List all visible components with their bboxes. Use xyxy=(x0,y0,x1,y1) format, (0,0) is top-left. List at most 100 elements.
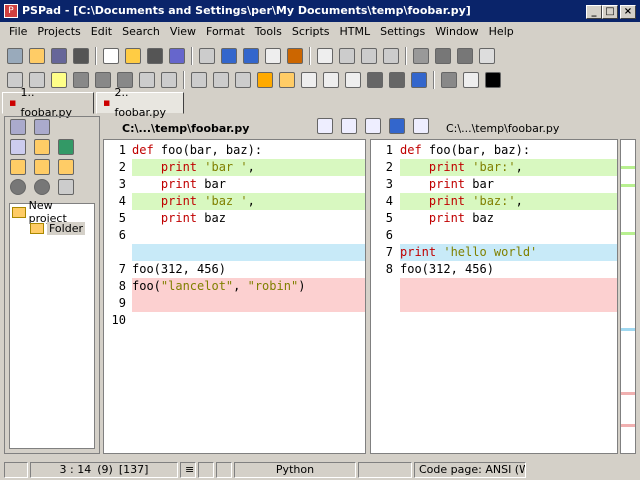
compile-icon[interactable] xyxy=(441,72,457,88)
menu-format[interactable]: Format xyxy=(201,23,250,41)
paste-icon[interactable] xyxy=(457,48,473,64)
next-diff-icon[interactable] xyxy=(341,118,357,134)
code-line[interactable]: 7 foo(312, 456) xyxy=(104,261,365,278)
code-line[interactable]: 4 print 'baz:', xyxy=(371,193,617,210)
minimize-button[interactable]: _ xyxy=(586,5,602,19)
menu-view[interactable]: View xyxy=(165,23,201,41)
tree-node-root[interactable]: New project xyxy=(10,199,94,225)
tools-icon[interactable] xyxy=(287,48,303,64)
settings-icon[interactable] xyxy=(58,179,74,195)
code-line[interactable]: 6 xyxy=(371,227,617,244)
open-project-icon[interactable] xyxy=(29,48,45,64)
bubble-icon[interactable] xyxy=(10,179,26,195)
merge-icon[interactable] xyxy=(389,118,405,134)
tab-file-2[interactable]: ▪ 2.. foobar.py xyxy=(96,86,184,119)
code-line[interactable]: 1 def foo(bar, baz): xyxy=(371,142,617,159)
code-line[interactable]: 8 foo("lancelot", "robin") xyxy=(104,278,365,295)
open-file-icon[interactable] xyxy=(125,48,141,64)
status-codepage[interactable]: Code page: ANSI (W xyxy=(414,462,526,478)
globe-tab-icon[interactable] xyxy=(58,139,74,155)
code-line[interactable]: 3 print bar xyxy=(371,176,617,193)
projects-icon[interactable] xyxy=(7,48,23,64)
code-line[interactable]: 9 xyxy=(104,295,365,312)
code-line[interactable]: 2 print 'bar ', xyxy=(104,159,365,176)
preview-icon[interactable] xyxy=(317,48,333,64)
code-line[interactable]: 6 xyxy=(104,227,365,244)
undo-icon[interactable] xyxy=(361,48,377,64)
code-line[interactable]: 2 print 'bar:', xyxy=(371,159,617,176)
menu-html[interactable]: HTML xyxy=(335,23,376,41)
menu-window[interactable]: Window xyxy=(430,23,483,41)
files-tab-icon[interactable] xyxy=(34,119,50,135)
project-tab-icon[interactable] xyxy=(10,119,26,135)
code-line[interactable]: 3 print bar xyxy=(104,176,365,193)
select-icon[interactable] xyxy=(413,118,429,134)
right-editor[interactable]: 1 def foo(bar, baz): 2 print 'bar:', 3 prin… xyxy=(370,139,618,454)
save-all-icon[interactable] xyxy=(169,48,185,64)
close-button[interactable]: × xyxy=(620,5,636,19)
refresh-icon[interactable] xyxy=(365,118,381,134)
sort-icon[interactable] xyxy=(191,72,207,88)
new-file-icon[interactable] xyxy=(103,48,119,64)
code-line[interactable]: 1 def foo(bar, baz): xyxy=(104,142,365,159)
find-next-icon[interactable] xyxy=(243,48,259,64)
code-line[interactable]: 10 xyxy=(104,312,365,329)
menu-help[interactable]: Help xyxy=(484,23,519,41)
hex-icon[interactable] xyxy=(463,72,479,88)
redo-icon[interactable] xyxy=(383,48,399,64)
code-line[interactable]: 8 foo(312, 456) xyxy=(371,261,617,278)
record-icon[interactable] xyxy=(34,179,50,195)
status-syntax[interactable]: Python xyxy=(234,462,356,478)
code-line[interactable]: 7 print 'hello world' xyxy=(371,244,617,261)
string-token: 'baz:' xyxy=(472,194,516,208)
diff-overview-bar[interactable] xyxy=(620,139,636,454)
add-folder-icon[interactable] xyxy=(10,159,26,175)
delete-icon[interactable] xyxy=(479,48,495,64)
maximize-button[interactable]: □ xyxy=(602,5,618,19)
split-icon[interactable] xyxy=(213,72,229,88)
save-icon[interactable] xyxy=(147,48,163,64)
tree-node-folder[interactable]: Folder xyxy=(10,220,94,236)
menu-settings[interactable]: Settings xyxy=(375,23,430,41)
add-file-icon[interactable] xyxy=(58,159,74,175)
html-text-icon[interactable] xyxy=(301,72,317,88)
bubble-icon[interactable] xyxy=(367,72,383,88)
tag-icon[interactable] xyxy=(323,72,339,88)
menu-search[interactable]: Search xyxy=(117,23,165,41)
find-icon[interactable] xyxy=(199,48,215,64)
tag-search-icon[interactable] xyxy=(279,72,295,88)
menu-edit[interactable]: Edit xyxy=(86,23,117,41)
code-line[interactable]: 4 print 'baz ', xyxy=(104,193,365,210)
save-project-icon[interactable] xyxy=(51,48,67,64)
columns-icon[interactable] xyxy=(95,72,111,88)
menu-projects[interactable]: Projects xyxy=(32,23,85,41)
line-text: print 'baz ', xyxy=(132,193,255,210)
binoculars-icon[interactable] xyxy=(221,48,237,64)
code-line[interactable]: 5 print baz xyxy=(104,210,365,227)
menu-file[interactable]: File xyxy=(4,23,32,41)
tree-tab-icon[interactable] xyxy=(10,139,26,155)
log-icon[interactable] xyxy=(73,48,89,64)
cut-icon[interactable] xyxy=(413,48,429,64)
left-editor[interactable]: 1 def foo(bar, baz): 2 print 'bar ', 3 prin… xyxy=(103,139,366,454)
code-line[interactable] xyxy=(371,295,617,312)
dag-icon[interactable] xyxy=(345,72,361,88)
code-line[interactable] xyxy=(104,244,365,261)
palette-icon[interactable] xyxy=(257,72,273,88)
copy-icon[interactable] xyxy=(435,48,451,64)
line-number: 2 xyxy=(385,160,393,174)
stop-icon[interactable] xyxy=(389,72,405,88)
menu-tools[interactable]: Tools xyxy=(250,23,287,41)
code-line[interactable] xyxy=(371,278,617,295)
html-icon[interactable] xyxy=(265,48,281,64)
folder-tab-icon[interactable] xyxy=(34,139,50,155)
print-icon[interactable] xyxy=(339,48,355,64)
menu-scripts[interactable]: Scripts xyxy=(287,23,335,41)
tab-file-1[interactable]: ▪ 1.. foobar.py xyxy=(2,86,94,119)
align-icon[interactable] xyxy=(235,72,251,88)
remove-folder-icon[interactable] xyxy=(34,159,50,175)
console-icon[interactable] xyxy=(485,72,501,88)
google-icon[interactable] xyxy=(411,72,427,88)
code-line[interactable]: 5 print baz xyxy=(371,210,617,227)
prev-diff-icon[interactable] xyxy=(317,118,333,134)
